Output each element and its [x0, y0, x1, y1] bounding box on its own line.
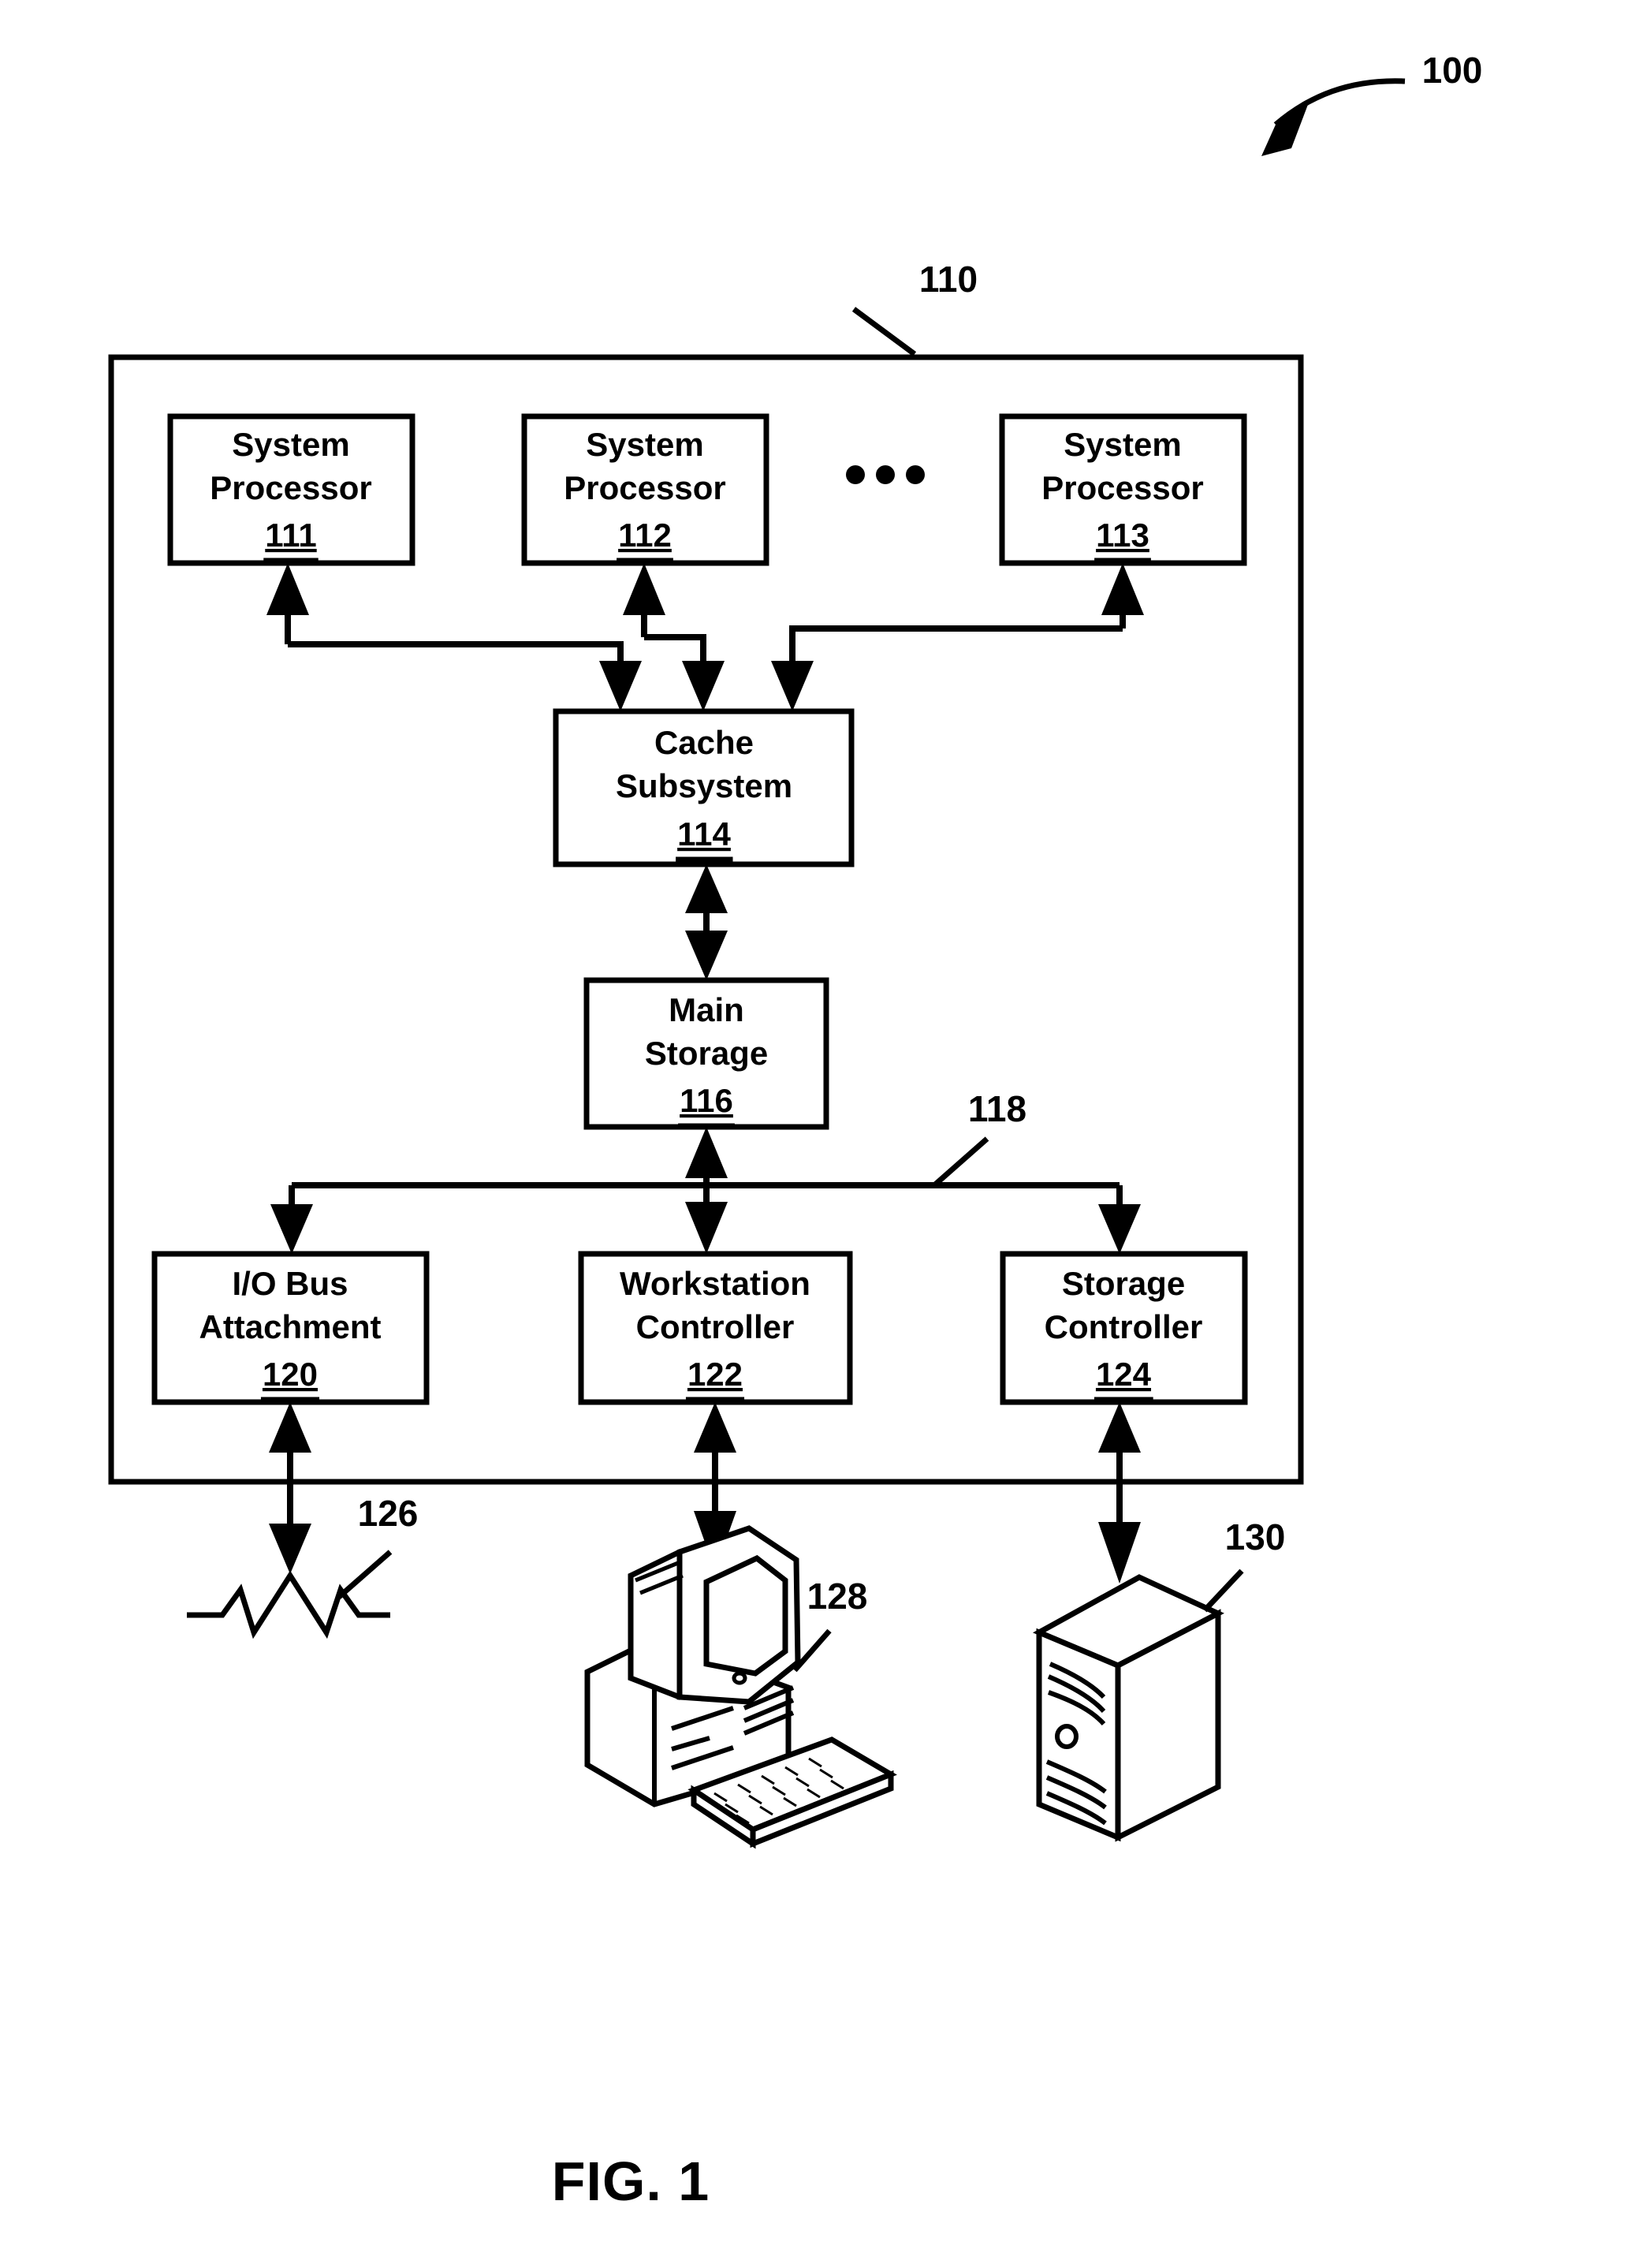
cache-line2: Subsystem [616, 767, 792, 804]
system-block-diagram: 100 110 System Processor 111 System Proc… [108, 50, 1482, 2212]
controller-122-line1: Workstation [620, 1265, 810, 1302]
workstation-computer-icon: 128 [584, 1525, 897, 1849]
processor-113-line1: System [1064, 426, 1181, 463]
callout-100-arrowhead [1261, 103, 1309, 156]
io-bus-zigzag-path [187, 1570, 390, 1639]
controller-122-ref: 122 [687, 1356, 743, 1393]
bus-118-branch-left-arrowhead [270, 1204, 313, 1254]
link-113-down-arrowhead [771, 661, 814, 711]
link-cache-main-storage [685, 864, 728, 980]
processor-111-ref: 111 [265, 517, 316, 554]
link-processor111-cache [266, 563, 642, 711]
link-processor113-cache [771, 563, 1144, 711]
callout-110-leader [851, 307, 917, 356]
system-frame-110-callout: 110 [851, 259, 978, 356]
link-122-128-up-arrowhead [694, 1402, 736, 1453]
io-bus-zigzag-icon: 126 [187, 1493, 419, 1639]
callout-130-leader [1202, 1569, 1244, 1613]
callout-118-label: 118 [968, 1088, 1026, 1129]
controller-124-line2: Controller [1045, 1308, 1203, 1345]
link-111-up-arrowhead [266, 563, 309, 615]
cache-ref: 114 [677, 815, 731, 852]
callout-118-leader [932, 1136, 989, 1188]
link-113-up-arrowhead [1101, 563, 1144, 615]
processor-111-line2: Processor [210, 469, 371, 506]
controller-124-ref: 124 [1096, 1356, 1152, 1393]
controller-120-ref: 120 [263, 1356, 318, 1393]
processor-112-ref: 112 [618, 517, 672, 554]
controller-122-line2: Controller [636, 1308, 795, 1345]
link-storage-controller-to-storage-130 [1098, 1402, 1141, 1583]
processor-111-line1: System [232, 426, 349, 463]
processor-112-line2: Processor [564, 469, 725, 506]
controller-124-line1: Storage [1062, 1265, 1185, 1302]
link-main-storage-workstation-controller [685, 1127, 728, 1254]
callout-130-label: 130 [1225, 1516, 1286, 1557]
callout-128-label: 128 [807, 1576, 868, 1617]
callout-110-label: 110 [919, 259, 978, 300]
main-storage-line2: Storage [645, 1035, 768, 1072]
link-112-up-arrowhead [623, 563, 665, 615]
cache-line1: Cache [654, 724, 754, 761]
processor-ellipsis-icon [846, 465, 925, 484]
controller-120-line1: I/O Bus [232, 1265, 348, 1302]
patent-figure: 100 110 System Processor 111 System Proc… [0, 0, 1643, 2268]
processor-113-line2: Processor [1041, 469, 1203, 506]
link-124-130-up-arrowhead [1098, 1402, 1141, 1453]
main-storage-ref: 116 [680, 1082, 733, 1119]
processor-112-line1: System [586, 426, 703, 463]
workstation-monitor-shell [676, 1525, 801, 1705]
link-processor112-cache [623, 563, 725, 711]
processor-113-ref: 113 [1096, 517, 1149, 554]
bus-118-branch-right-arrowhead [1098, 1204, 1141, 1254]
link-111-down-arrowhead [599, 661, 642, 711]
callout-126-label: 126 [358, 1493, 419, 1534]
callout-126-leader [337, 1550, 393, 1599]
link-cache-storage-up-arrowhead [685, 864, 728, 913]
link-storage-wsc-down-arrowhead [685, 1202, 728, 1254]
storage-server-tower-icon: 130 [1032, 1516, 1286, 1842]
main-storage-line1: Main [669, 991, 744, 1028]
link-113-route [789, 625, 1123, 666]
link-storage-wsc-up-arrowhead [685, 1127, 728, 1178]
link-124-130-down-arrowhead [1098, 1522, 1141, 1583]
link-111-route [288, 641, 624, 666]
link-112-down-arrowhead [682, 661, 725, 711]
system-100-callout: 100 [1261, 50, 1482, 156]
figure-caption: FIG. 1 [552, 2150, 710, 2212]
link-cache-storage-down-arrowhead [685, 931, 728, 980]
controller-120-line2: Attachment [199, 1308, 381, 1345]
callout-100-label: 100 [1422, 50, 1483, 91]
link-io-bus-attachment-to-bus-126 [269, 1402, 311, 1574]
link-120-126-down-arrowhead [269, 1524, 311, 1574]
link-120-126-up-arrowhead [269, 1402, 311, 1453]
